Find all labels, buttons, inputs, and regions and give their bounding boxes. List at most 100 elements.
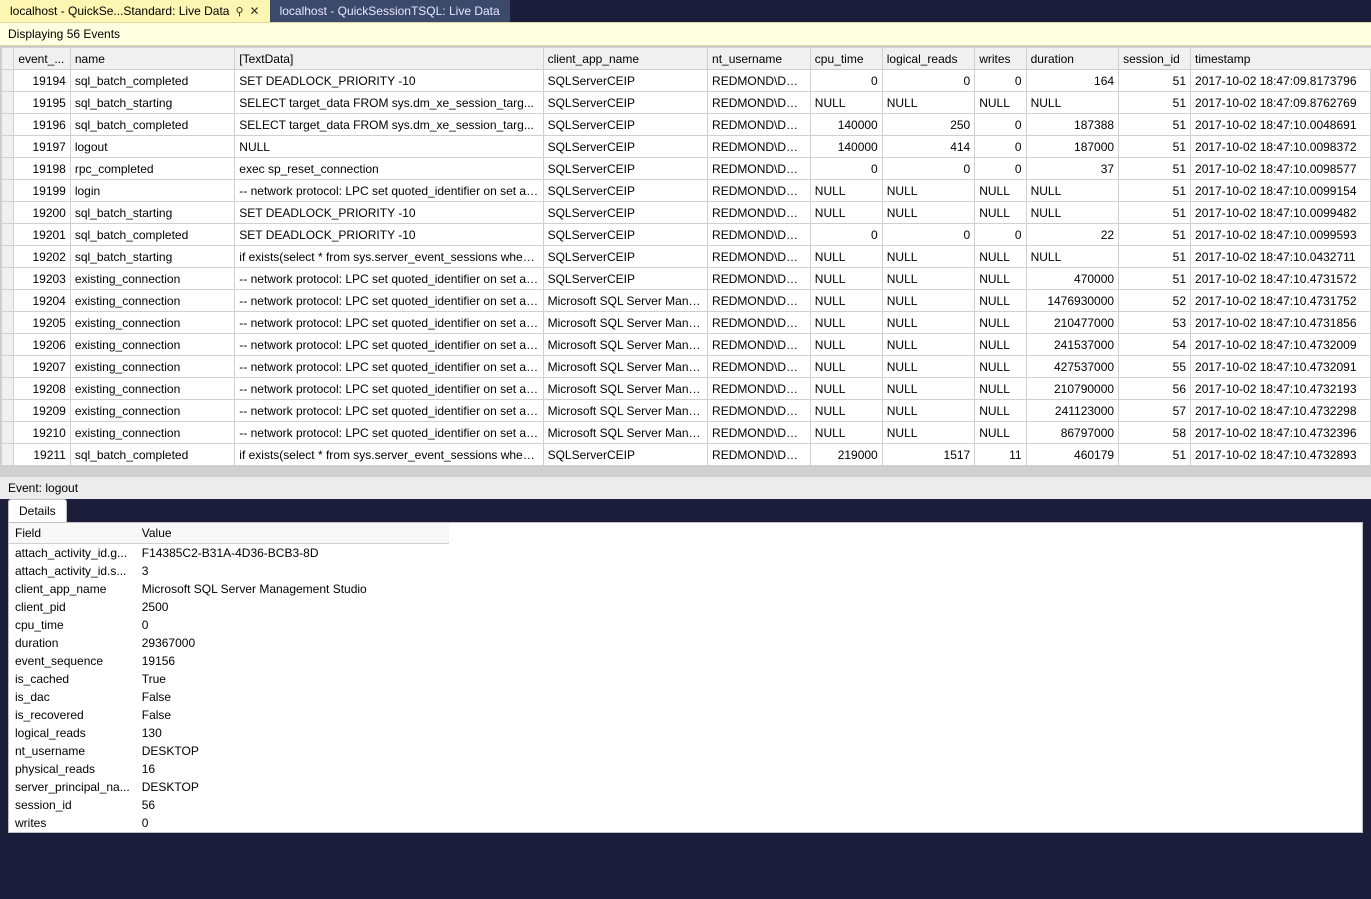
row-selector[interactable] xyxy=(2,400,14,422)
cell-sid[interactable]: 53 xyxy=(1119,312,1191,334)
cell-app[interactable]: SQLServerCEIP xyxy=(543,268,707,290)
cell-cpu[interactable]: NULL xyxy=(810,356,882,378)
cell-reads[interactable]: NULL xyxy=(882,400,974,422)
table-row[interactable]: 19200sql_batch_startingSET DEADLOCK_PRIO… xyxy=(2,202,1371,224)
cell-writes[interactable]: 0 xyxy=(975,136,1026,158)
cell-event[interactable]: 19200 xyxy=(14,202,71,224)
cell-name[interactable]: existing_connection xyxy=(70,422,234,444)
cell-ts[interactable]: 2017-10-02 18:47:10.0432711 xyxy=(1191,246,1371,268)
cell-nt[interactable]: REDMOND\DES... xyxy=(708,92,811,114)
cell-reads[interactable]: NULL xyxy=(882,422,974,444)
cell-app[interactable]: SQLServerCEIP xyxy=(543,444,707,466)
cell-text[interactable]: if exists(select * from sys.server_event… xyxy=(235,444,543,466)
cell-app[interactable]: SQLServerCEIP xyxy=(543,158,707,180)
cell-cpu[interactable]: NULL xyxy=(810,400,882,422)
table-row[interactable]: 19208existing_connection-- network proto… xyxy=(2,378,1371,400)
cell-writes[interactable]: 0 xyxy=(975,114,1026,136)
table-row[interactable]: 19201sql_batch_completedSET DEADLOCK_PRI… xyxy=(2,224,1371,246)
details-header-field[interactable]: Field xyxy=(9,523,136,544)
cell-event[interactable]: 19205 xyxy=(14,312,71,334)
cell-event[interactable]: 19199 xyxy=(14,180,71,202)
cell-cpu[interactable]: NULL xyxy=(810,378,882,400)
cell-ts[interactable]: 2017-10-02 18:47:10.0099593 xyxy=(1191,224,1371,246)
cell-writes[interactable]: 0 xyxy=(975,70,1026,92)
cell-reads[interactable]: 250 xyxy=(882,114,974,136)
cell-name[interactable]: existing_connection xyxy=(70,334,234,356)
cell-ts[interactable]: 2017-10-02 18:47:10.0099482 xyxy=(1191,202,1371,224)
column-header-10[interactable]: timestamp xyxy=(1191,48,1371,70)
cell-reads[interactable]: 0 xyxy=(882,70,974,92)
column-header-0[interactable]: event_... xyxy=(14,48,71,70)
details-row[interactable]: attach_activity_id.s...3 xyxy=(9,562,449,580)
cell-dur[interactable]: NULL xyxy=(1026,180,1118,202)
cell-dur[interactable]: NULL xyxy=(1026,246,1118,268)
cell-cpu[interactable]: 0 xyxy=(810,158,882,180)
row-selector[interactable] xyxy=(2,202,14,224)
cell-dur[interactable]: 22 xyxy=(1026,224,1118,246)
cell-nt[interactable]: REDMOND\DES... xyxy=(708,114,811,136)
cell-dur[interactable]: NULL xyxy=(1026,202,1118,224)
column-header-8[interactable]: duration xyxy=(1026,48,1118,70)
cell-ts[interactable]: 2017-10-02 18:47:10.0099154 xyxy=(1191,180,1371,202)
cell-cpu[interactable]: NULL xyxy=(810,312,882,334)
cell-cpu[interactable]: 219000 xyxy=(810,444,882,466)
cell-sid[interactable]: 51 xyxy=(1119,224,1191,246)
cell-app[interactable]: SQLServerCEIP xyxy=(543,180,707,202)
cell-sid[interactable]: 56 xyxy=(1119,378,1191,400)
column-header-9[interactable]: session_id xyxy=(1119,48,1191,70)
cell-name[interactable]: login xyxy=(70,180,234,202)
cell-reads[interactable]: NULL xyxy=(882,246,974,268)
cell-writes[interactable]: NULL xyxy=(975,400,1026,422)
cell-event[interactable]: 19207 xyxy=(14,356,71,378)
table-row[interactable]: 19195sql_batch_startingSELECT target_dat… xyxy=(2,92,1371,114)
column-header-3[interactable]: client_app_name xyxy=(543,48,707,70)
cell-dur[interactable]: 241123000 xyxy=(1026,400,1118,422)
cell-ts[interactable]: 2017-10-02 18:47:10.4732298 xyxy=(1191,400,1371,422)
cell-writes[interactable]: NULL xyxy=(975,246,1026,268)
cell-ts[interactable]: 2017-10-02 18:47:09.8762769 xyxy=(1191,92,1371,114)
cell-app[interactable]: Microsoft SQL Server Manage... xyxy=(543,400,707,422)
cell-writes[interactable]: 0 xyxy=(975,224,1026,246)
cell-writes[interactable]: NULL xyxy=(975,378,1026,400)
cell-ts[interactable]: 2017-10-02 18:47:10.4732193 xyxy=(1191,378,1371,400)
details-row[interactable]: client_app_nameMicrosoft SQL Server Mana… xyxy=(9,580,449,598)
cell-ts[interactable]: 2017-10-02 18:47:10.0098577 xyxy=(1191,158,1371,180)
row-selector[interactable] xyxy=(2,158,14,180)
row-selector[interactable] xyxy=(2,70,14,92)
details-row[interactable]: attach_activity_id.g...F14385C2-B31A-4D3… xyxy=(9,544,449,563)
details-row[interactable]: writes0 xyxy=(9,814,449,832)
table-row[interactable]: 19205existing_connection-- network proto… xyxy=(2,312,1371,334)
details-row[interactable]: is_cachedTrue xyxy=(9,670,449,688)
cell-nt[interactable]: REDMOND\DES... xyxy=(708,268,811,290)
column-header-6[interactable]: logical_reads xyxy=(882,48,974,70)
cell-text[interactable]: -- network protocol: LPC set quoted_iden… xyxy=(235,312,543,334)
cell-dur[interactable]: 210790000 xyxy=(1026,378,1118,400)
cell-writes[interactable]: 0 xyxy=(975,158,1026,180)
table-row[interactable]: 19210existing_connection-- network proto… xyxy=(2,422,1371,444)
cell-sid[interactable]: 51 xyxy=(1119,92,1191,114)
cell-dur[interactable]: 187388 xyxy=(1026,114,1118,136)
cell-name[interactable]: existing_connection xyxy=(70,312,234,334)
row-selector[interactable] xyxy=(2,92,14,114)
cell-ts[interactable]: 2017-10-02 18:47:10.4732396 xyxy=(1191,422,1371,444)
cell-event[interactable]: 19202 xyxy=(14,246,71,268)
cell-nt[interactable]: REDMOND\DES... xyxy=(708,422,811,444)
row-selector[interactable] xyxy=(2,224,14,246)
row-selector[interactable] xyxy=(2,312,14,334)
row-selector[interactable] xyxy=(2,246,14,268)
cell-text[interactable]: -- network protocol: LPC set quoted_iden… xyxy=(235,378,543,400)
cell-nt[interactable]: REDMOND\DES... xyxy=(708,444,811,466)
cell-ts[interactable]: 2017-10-02 18:47:10.0048691 xyxy=(1191,114,1371,136)
row-selector[interactable] xyxy=(2,378,14,400)
details-row[interactable]: duration29367000 xyxy=(9,634,449,652)
table-row[interactable]: 19204existing_connection-- network proto… xyxy=(2,290,1371,312)
column-header-7[interactable]: writes xyxy=(975,48,1026,70)
table-row[interactable]: 19194sql_batch_completedSET DEADLOCK_PRI… xyxy=(2,70,1371,92)
cell-sid[interactable]: 51 xyxy=(1119,246,1191,268)
cell-reads[interactable]: NULL xyxy=(882,268,974,290)
cell-sid[interactable]: 51 xyxy=(1119,444,1191,466)
cell-reads[interactable]: NULL xyxy=(882,92,974,114)
cell-app[interactable]: SQLServerCEIP xyxy=(543,70,707,92)
cell-event[interactable]: 19194 xyxy=(14,70,71,92)
events-grid[interactable]: event_...name[TextData]client_app_nament… xyxy=(0,46,1371,467)
